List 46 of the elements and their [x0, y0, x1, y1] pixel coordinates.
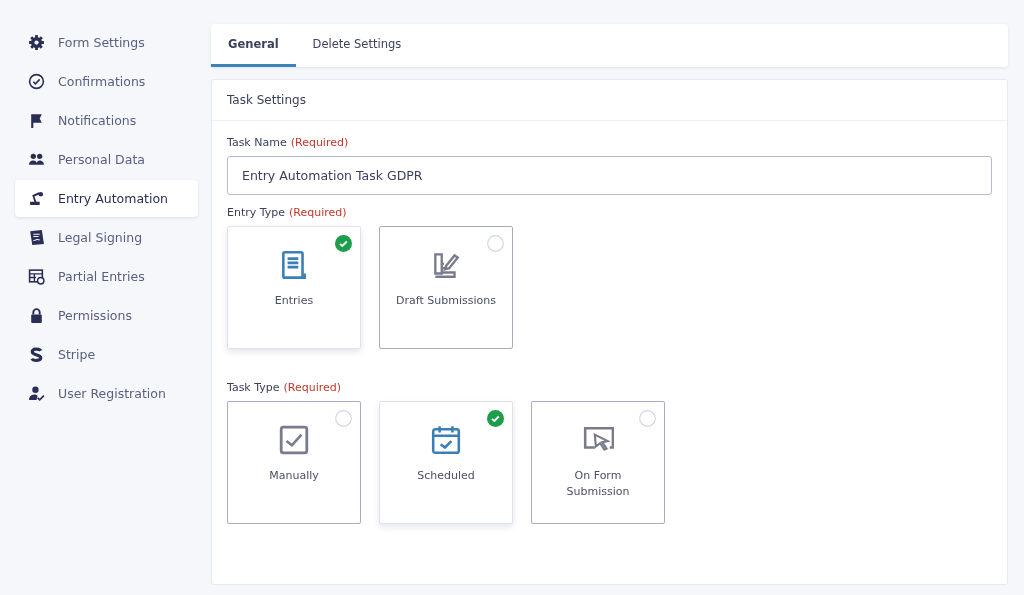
- panel-title: Task Settings: [212, 80, 1007, 121]
- flag-icon: [28, 112, 45, 129]
- option-card[interactable]: Entries: [227, 226, 361, 349]
- sidebar-item[interactable]: Permissions: [15, 297, 198, 334]
- task-name-field[interactable]: Entry Automation Task GDPR: [227, 156, 992, 195]
- field-label: Entry Type: [227, 206, 286, 219]
- sidebar-item[interactable]: Stripe: [15, 336, 198, 373]
- required-note: (Required): [290, 136, 349, 149]
- option-card[interactable]: Scheduled: [379, 401, 513, 524]
- option-card[interactable]: Manually: [227, 401, 361, 524]
- checked-radio-icon: [335, 235, 352, 252]
- sidebar-item[interactable]: User Registration: [15, 375, 198, 412]
- s-letter-icon: [28, 346, 45, 363]
- signed-document-icon: [28, 229, 45, 246]
- lock-icon: [28, 307, 45, 324]
- people-icon: [28, 151, 45, 168]
- option-label: Draft Submissions: [396, 293, 496, 309]
- field-label: Task Name: [227, 136, 287, 149]
- gear-icon: [28, 34, 45, 51]
- option-label: Manually: [268, 468, 320, 484]
- tab[interactable]: General: [211, 24, 296, 67]
- radio-icon: [639, 410, 656, 427]
- sidebar-item[interactable]: Personal Data: [15, 141, 198, 178]
- calendar-icon: [430, 424, 462, 456]
- tab[interactable]: Delete Settings: [295, 24, 419, 67]
- field-label: Task Type: [227, 381, 280, 394]
- option-label: Entries: [273, 293, 315, 309]
- sidebar-item[interactable]: Partial Entries: [15, 258, 198, 295]
- sidebar-item[interactable]: Legal Signing: [15, 219, 198, 256]
- sidebar-item[interactable]: Confirmations: [15, 63, 198, 100]
- sidebar-item[interactable]: Entry Automation: [15, 180, 198, 217]
- sidebar-item[interactable]: Form Settings: [15, 24, 198, 61]
- checked-radio-icon: [487, 410, 504, 427]
- user-check-icon: [28, 385, 45, 402]
- check-circle-icon: [28, 73, 45, 90]
- option-label: On Form Submission: [565, 468, 631, 500]
- option-card[interactable]: On Form Submission: [531, 401, 665, 524]
- checkbox-icon: [278, 424, 310, 456]
- radio-icon: [335, 410, 352, 427]
- sidebar-item[interactable]: Notifications: [15, 102, 198, 139]
- option-label: Scheduled: [416, 468, 476, 484]
- table-clock-icon: [28, 268, 45, 285]
- radio-icon: [487, 235, 504, 252]
- required-note: (Required): [289, 206, 347, 219]
- option-card[interactable]: Draft Submissions: [379, 226, 513, 349]
- required-note: (Required): [283, 381, 342, 394]
